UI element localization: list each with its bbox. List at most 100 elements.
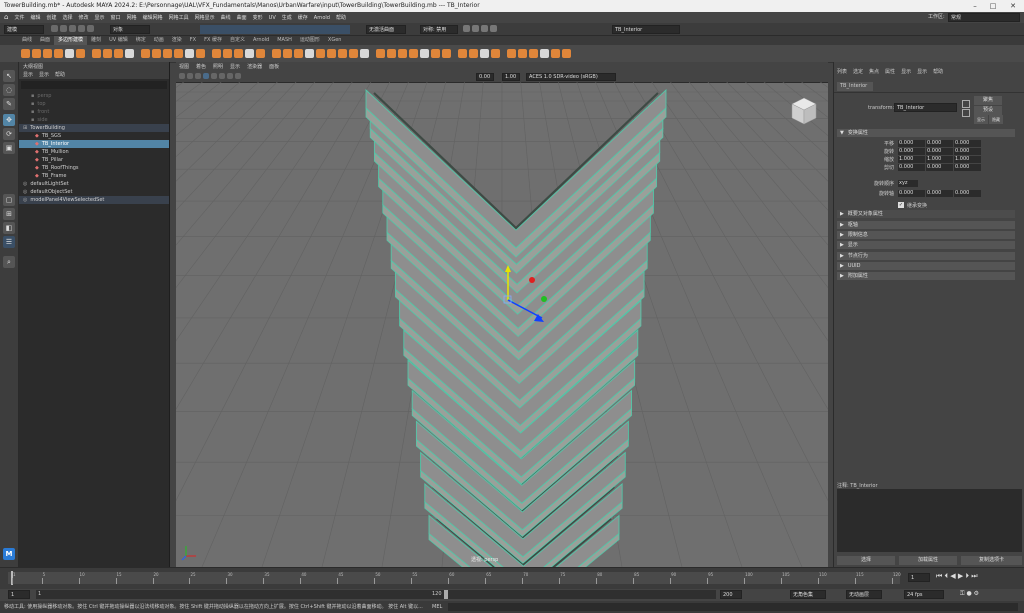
pipe-icon[interactable] xyxy=(141,49,150,58)
outliner-menu-item[interactable]: 帮助 xyxy=(55,72,65,78)
tower-floors[interactable] xyxy=(365,88,667,567)
ae-node-tab[interactable]: TB_Interior xyxy=(837,82,873,91)
paint-select-icon[interactable]: ✎ xyxy=(3,98,15,110)
exposure-field[interactable]: 0.00 xyxy=(476,73,494,81)
rotate-order-dropdown[interactable]: xyz xyxy=(898,180,918,187)
scene-view[interactable] xyxy=(176,82,828,567)
shelf-tab[interactable]: 绑定 xyxy=(132,36,150,45)
current-frame-field[interactable]: 1 xyxy=(908,573,930,582)
fps-dropdown[interactable]: 24 fps xyxy=(904,590,944,599)
viewport-menu-item[interactable]: 视图 xyxy=(179,64,189,70)
name-field[interactable]: TB_Interior xyxy=(612,25,680,34)
auto-key-icon[interactable]: ● xyxy=(967,590,972,597)
helix-icon[interactable] xyxy=(152,49,161,58)
rotate-tool-icon[interactable]: ⟳ xyxy=(3,128,15,140)
text-icon[interactable] xyxy=(196,49,205,58)
outliner-menu-item[interactable]: 显示 xyxy=(39,72,49,78)
boolean-icon[interactable] xyxy=(272,49,281,58)
show-button[interactable]: 显示 xyxy=(974,115,988,124)
view-cube-icon[interactable] xyxy=(791,97,817,125)
sew-uv-icon[interactable] xyxy=(540,49,549,58)
ae-menu-item[interactable]: 选定 xyxy=(853,69,863,75)
ae-menu-item[interactable]: 焦点 xyxy=(869,69,879,75)
outliner-item[interactable]: ◆ TB_Mullion xyxy=(19,148,169,156)
planar-icon[interactable] xyxy=(507,49,516,58)
outliner-item[interactable]: ◎ defaultObjectSet xyxy=(19,188,169,196)
outliner-item[interactable]: ⊞ TowerBuilding xyxy=(19,124,169,132)
go-to-input-icon[interactable] xyxy=(962,100,970,108)
objects-dropdown[interactable]: 对象 xyxy=(110,25,150,34)
viewport-menu-item[interactable]: 着色 xyxy=(196,64,206,70)
shelf-tab[interactable]: 雕刻 xyxy=(87,36,105,45)
offset-loop-icon[interactable] xyxy=(387,49,396,58)
svg-icon[interactable] xyxy=(212,49,221,58)
multicut-icon[interactable] xyxy=(349,49,358,58)
slide-icon[interactable] xyxy=(480,49,489,58)
sphere-icon[interactable] xyxy=(21,49,30,58)
layout-four-icon[interactable]: ⊞ xyxy=(3,208,15,220)
outliner-item[interactable]: ▪ side xyxy=(19,116,169,124)
outliner-item[interactable]: ◆ TB_Frame xyxy=(19,172,169,180)
limit-info-section[interactable]: ▶ 限制信息 xyxy=(837,231,1015,239)
open-scene-icon[interactable] xyxy=(60,25,67,32)
disc-icon[interactable] xyxy=(92,49,101,58)
outliner-item[interactable]: ◆ TB_Pillar xyxy=(19,156,169,164)
layout-single-icon[interactable]: ▢ xyxy=(3,194,15,206)
menu-set-dropdown[interactable]: 建模 xyxy=(4,25,44,34)
isolate-icon[interactable] xyxy=(235,73,241,79)
insert-edge-icon[interactable] xyxy=(376,49,385,58)
circularize-icon[interactable] xyxy=(431,49,440,58)
outliner-item[interactable]: ▪ front xyxy=(19,108,169,116)
key-icon[interactable]: ⚿ xyxy=(960,590,965,597)
crease-icon[interactable] xyxy=(469,49,478,58)
outliner-menu-item[interactable]: 显示 xyxy=(23,72,33,78)
viewport-panel[interactable]: 视图 着色 照明 显示 渲染器 面板 0.00 1.00 ACES 1.0 SDR-vid… xyxy=(176,62,828,567)
type-icon[interactable] xyxy=(223,49,232,58)
selection-mask-icons[interactable] xyxy=(200,25,350,34)
uuid-section[interactable]: ▶ UUID xyxy=(837,262,1015,270)
attr-value-field[interactable]: 0.000 xyxy=(954,148,981,155)
wireframe-icon[interactable] xyxy=(187,73,193,79)
edit-edge-flow-icon[interactable] xyxy=(458,49,467,58)
step-forward-icon[interactable]: ⏵ xyxy=(966,572,970,580)
pivots-section[interactable]: ▶ 枢轴 xyxy=(837,221,1015,229)
attr-value-field[interactable]: 0.000 xyxy=(954,190,981,197)
extra-attributes-section[interactable]: ▶ 附加属性 xyxy=(837,272,1015,280)
go-to-output-icon[interactable] xyxy=(962,109,970,117)
shelf-tab[interactable]: XGen xyxy=(324,36,346,45)
ae-menu-item[interactable]: 显示 xyxy=(917,69,927,75)
fill-hole-icon[interactable] xyxy=(338,49,347,58)
lights-icon[interactable] xyxy=(219,73,225,79)
range-bar[interactable]: 1 120 xyxy=(36,590,716,599)
range-end-field[interactable]: 200 xyxy=(720,590,742,599)
merge-icon[interactable] xyxy=(420,49,429,58)
outliner-search-input[interactable] xyxy=(21,81,167,89)
play-backwards-icon[interactable]: ◀ xyxy=(950,572,955,580)
attr-value-field[interactable]: 0.000 xyxy=(926,140,953,147)
range-start-field[interactable]: 1 xyxy=(8,590,30,599)
outliner-item[interactable]: ◎ modelPanel4ViewSelectedSet xyxy=(19,196,169,204)
bevel-icon[interactable] xyxy=(316,49,325,58)
bevel-2-icon[interactable] xyxy=(327,49,336,58)
ae-menu-item[interactable]: 显示 xyxy=(901,69,911,75)
prism-icon[interactable] xyxy=(125,49,134,58)
transform-attributes-section[interactable]: ▼ 变换属性 xyxy=(837,129,1015,137)
select-tool-icon[interactable]: ↖ xyxy=(3,70,15,82)
color-space-dropdown[interactable]: ACES 1.0 SDR-video (sRGB) xyxy=(526,73,616,81)
viewport-menu-item[interactable]: 渲染器 xyxy=(247,64,262,70)
shelf-tab[interactable]: 曲线 xyxy=(18,36,36,45)
display-section[interactable]: ▶ 显示 xyxy=(837,241,1015,249)
cut-uv-icon[interactable] xyxy=(529,49,538,58)
play-forwards-icon[interactable]: ▶ xyxy=(958,572,963,580)
prefs-icon[interactable]: ⚙ xyxy=(974,590,979,597)
undo-icon[interactable] xyxy=(78,25,85,32)
go-to-end-icon[interactable]: ⏭ xyxy=(971,572,977,580)
scale-tool-icon[interactable]: ▣ xyxy=(3,142,15,154)
search-icon[interactable]: ⌕ xyxy=(3,256,15,268)
outliner-item[interactable]: ◆ TB_SGS xyxy=(19,132,169,140)
command-line-input[interactable] xyxy=(448,603,1018,611)
attr-value-field[interactable]: 1.000 xyxy=(898,156,925,163)
shelf-tab[interactable]: UV 编辑 xyxy=(105,36,132,45)
ae-menu-item[interactable]: 属性 xyxy=(885,69,895,75)
shelf-tab[interactable]: MASH xyxy=(273,36,296,45)
